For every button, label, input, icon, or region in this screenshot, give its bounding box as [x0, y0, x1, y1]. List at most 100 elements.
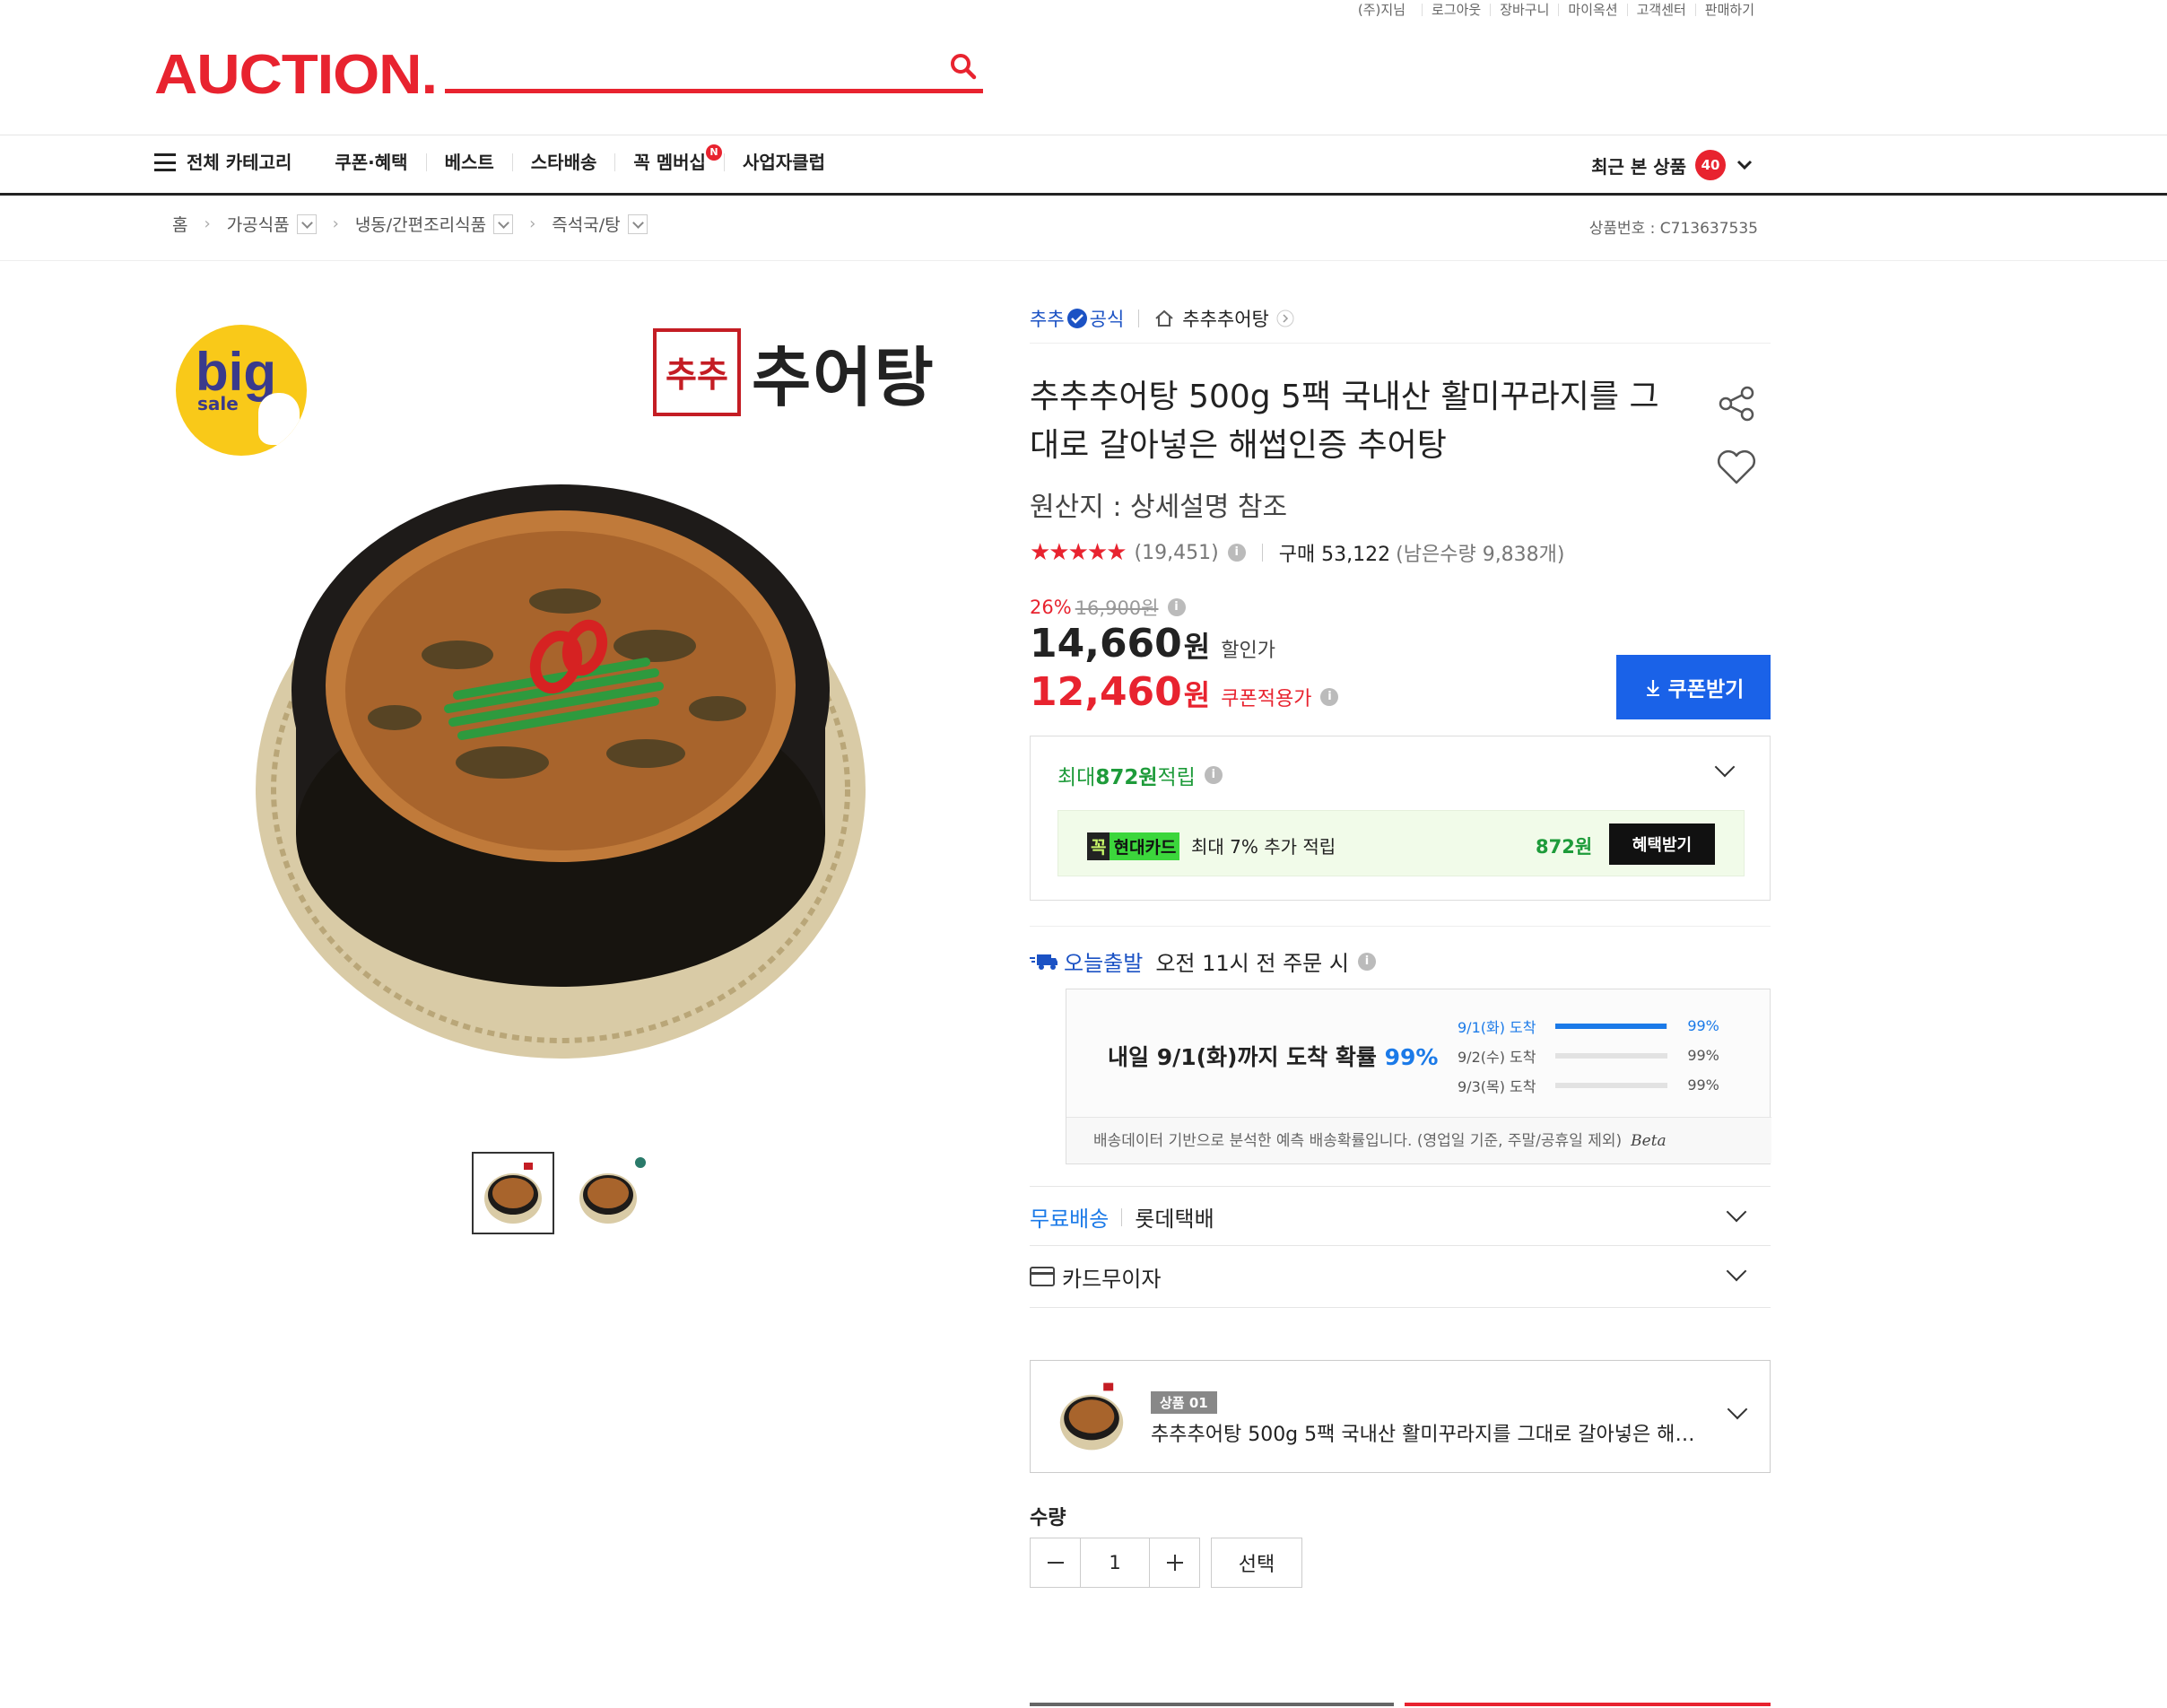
customer-center-link[interactable]: 고객센터: [1626, 4, 1695, 17]
auction-logo[interactable]: AUCTION.: [154, 43, 438, 107]
product-number: 상품번호 : C713637535: [1588, 220, 1758, 238]
store-link[interactable]: 추추추어탕: [1182, 305, 1269, 332]
info-icon[interactable]: i: [1227, 544, 1246, 562]
sell-link[interactable]: 판매하기: [1694, 4, 1763, 17]
chevron-down-icon[interactable]: [1726, 1201, 1747, 1223]
info-icon[interactable]: i: [1167, 598, 1186, 616]
sale-price: 14,660: [1030, 621, 1182, 667]
verified-icon: [1066, 309, 1087, 328]
thumbnail-1[interactable]: [472, 1152, 554, 1234]
select-button[interactable]: 선택: [1211, 1538, 1302, 1588]
brand-name: 추어탕: [752, 340, 936, 415]
info-icon[interactable]: i: [1357, 952, 1376, 971]
my-auction-link[interactable]: 마이옥션: [1558, 4, 1626, 17]
thumbnail-image: [579, 1173, 637, 1224]
today-shipping-text: 오전 11시 전 주문 시: [1155, 951, 1349, 976]
new-badge: N: [705, 144, 722, 161]
info-icon[interactable]: i: [1320, 688, 1339, 706]
cart-link[interactable]: 장바구니: [1490, 4, 1558, 17]
divider: [1030, 343, 1771, 344]
option-name: 추추추어탕 500g 5팩 국내산 활미꾸라지를 그대로 갈아넣은 해썹인증 추…: [1151, 1424, 1707, 1446]
card-benefit-amount: 872원: [1536, 836, 1593, 858]
purchase-count: 구매 53,122: [1278, 544, 1391, 566]
shipping-row[interactable]: 무료배송 롯데택배: [1030, 1186, 1771, 1247]
quantity-value[interactable]: 1: [1081, 1538, 1149, 1587]
product-main-image: [256, 484, 866, 1059]
dropdown-icon[interactable]: [296, 214, 317, 234]
chevron-down-icon[interactable]: [1726, 1260, 1747, 1282]
breadcrumb-item[interactable]: 즉석국/탕: [552, 212, 648, 236]
discount-rate: 26%: [1030, 597, 1072, 618]
recent-products-button[interactable]: 최근 본 상품 40: [1591, 150, 1754, 180]
share-icon[interactable]: [1715, 382, 1758, 425]
logout-link[interactable]: 로그아웃: [1421, 4, 1490, 17]
reward-panel: 최대 872원 적립 i 꼭 현대카드 최대 7% 추가 적립 872원 혜택받기: [1030, 736, 1771, 901]
free-shipping-label: 무료배송: [1030, 1207, 1110, 1232]
bunny-icon: [258, 393, 300, 445]
plus-icon: [1166, 1555, 1183, 1571]
breadcrumb-item[interactable]: 냉동/간편조리식품: [355, 212, 514, 236]
card-installment-row[interactable]: 카드무이자: [1030, 1245, 1771, 1308]
increase-button[interactable]: [1149, 1538, 1199, 1587]
chevron-right-icon[interactable]: [1276, 309, 1294, 327]
nav-membership-label: 꼭 멤버십: [633, 152, 706, 173]
all-category-button[interactable]: 전체 카테고리: [154, 153, 317, 171]
utility-bar: (주)지님 로그아웃 장바구니 마이옥션 고객센터 판매하기: [1349, 0, 1763, 20]
breadcrumb: 홈 › 가공식품 › 냉동/간편조리식품 › 즉석국/탕: [172, 212, 648, 236]
hyundai-card-badge: 꼭 현대카드: [1087, 832, 1180, 860]
beta-label: Beta: [1631, 1132, 1667, 1150]
search-bar: [445, 47, 983, 93]
download-icon: [1646, 680, 1659, 696]
all-category-label: 전체 카테고리: [187, 152, 292, 173]
dropdown-icon[interactable]: [493, 214, 514, 234]
thumbnail-image: [484, 1163, 542, 1224]
coupon-price: 12,460: [1030, 669, 1182, 715]
delivery-note: 배송데이터 기반으로 분석한 예측 배송확률입니다. (영업일 기준, 주말/공…: [1066, 1117, 1771, 1163]
option-thumbnail: [1050, 1375, 1133, 1458]
divider: [0, 260, 2167, 261]
breadcrumb-home[interactable]: 홈: [172, 212, 187, 236]
nav-star-delivery[interactable]: 스타배송: [511, 153, 615, 171]
card-installment-label: 카드무이자: [1062, 1266, 1162, 1292]
official-label: 공식: [1089, 309, 1125, 330]
truck-icon: [1030, 954, 1057, 970]
search-icon[interactable]: [947, 50, 979, 83]
brand-seal: 추추: [653, 327, 741, 416]
search-input[interactable]: [445, 47, 929, 88]
chevron-down-icon[interactable]: [1727, 1399, 1748, 1420]
coupon-download-button[interactable]: 쿠폰받기: [1616, 655, 1771, 719]
nav-business-club[interactable]: 사업자클럽: [723, 153, 843, 171]
card-benefit-row: 꼭 현대카드 최대 7% 추가 적립 872원 혜택받기: [1057, 810, 1745, 876]
info-icon[interactable]: i: [1204, 766, 1223, 784]
today-shipping-label: 오늘출발: [1064, 951, 1144, 976]
card-benefit-text: 최대 7% 추가 적립: [1191, 836, 1336, 858]
delivery-row: 9/2(수) 도착 99%: [1458, 1047, 1719, 1066]
nav-best[interactable]: 베스트: [425, 153, 512, 171]
delivery-probability-panel: 내일 9/1(화)까지 도착 확률 99% 9/1(화) 도착 99% 9/2(…: [1066, 989, 1771, 1164]
price-area: 26% 16,900원 i 14,660 원 할인가 12,460 원 쿠폰적용…: [1030, 594, 1339, 715]
selected-option[interactable]: 상품 01 추추추어탕 500g 5팩 국내산 활미꾸라지를 그대로 갈아넣은 …: [1030, 1360, 1771, 1473]
today-shipping: 오늘출발 오전 11시 전 주문 시 i: [1030, 946, 1376, 977]
nav-coupon[interactable]: 쿠폰·혜택: [317, 153, 425, 171]
origin-info: 원산지 : 상세설명 참조: [1030, 492, 1288, 523]
dropdown-icon[interactable]: [627, 214, 648, 234]
heart-icon[interactable]: [1715, 447, 1758, 486]
brand-link[interactable]: 추추: [1030, 305, 1065, 332]
chevron-down-icon[interactable]: [1714, 756, 1736, 778]
big-sale-badge: big sale: [176, 325, 307, 456]
delivery-row: 9/1(화) 도착 99%: [1458, 1017, 1719, 1036]
remaining-stock: (남은수량 9,838개): [1396, 544, 1565, 566]
breadcrumb-item[interactable]: 가공식품: [227, 212, 317, 236]
option-tag: 상품 01: [1151, 1391, 1217, 1414]
sale-price-label: 할인가: [1221, 640, 1275, 662]
decrease-button[interactable]: [1031, 1538, 1081, 1587]
review-count[interactable]: (19,451): [1135, 542, 1219, 564]
rating-row: ★★★★★ (19,451) i 구매 53,122 (남은수량 9,838개): [1030, 538, 1565, 567]
get-benefit-button[interactable]: 혜택받기: [1609, 824, 1715, 865]
reward-header[interactable]: 최대 872원 적립 i: [1057, 760, 1223, 790]
coupon-price-label: 쿠폰적용가: [1221, 688, 1312, 710]
global-nav: 전체 카테고리 쿠폰·혜택 베스트 스타배송 꼭 멤버십 N 사업자클럽 최근 …: [0, 135, 2167, 196]
minus-icon: [1047, 1562, 1064, 1564]
nav-membership[interactable]: 꼭 멤버십 N: [614, 144, 724, 173]
chevron-down-icon: [1736, 160, 1753, 170]
